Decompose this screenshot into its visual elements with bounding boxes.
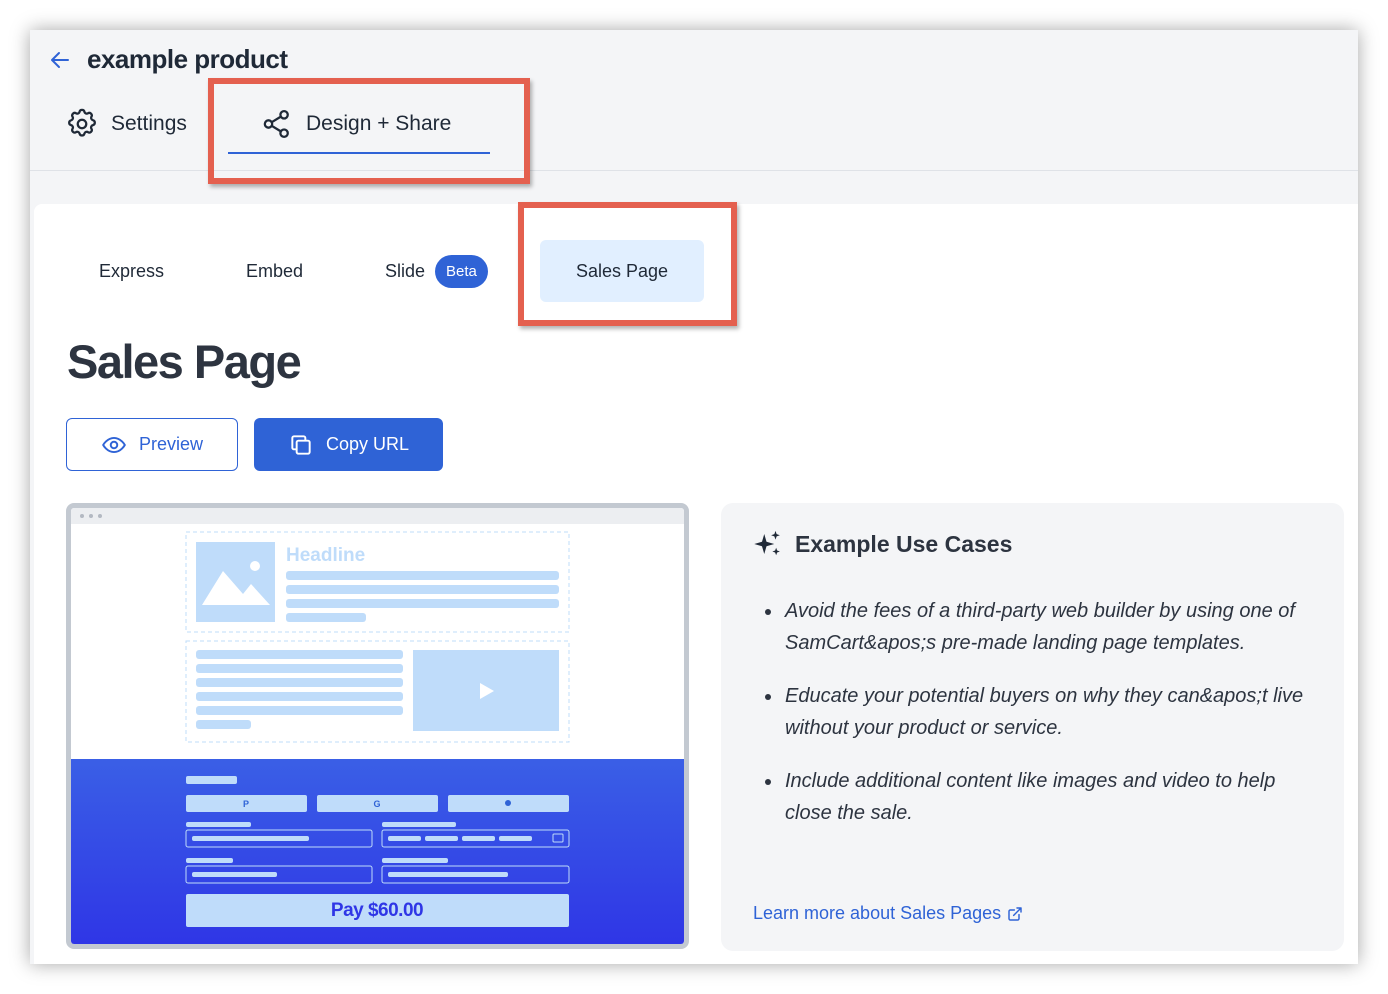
share-icon (263, 109, 289, 139)
mock-headline: Headline (286, 545, 365, 566)
app-window: example product Settings Design + Share … (30, 30, 1358, 964)
learn-more-label: Learn more about Sales Pages (753, 903, 1002, 923)
gear-icon (68, 108, 96, 137)
page-title: Sales Page (67, 335, 302, 388)
design-share-panel: Express Embed Slide Beta Sales Page Sale… (34, 204, 1358, 964)
list-item: Avoid the fees of a third-party web buil… (761, 595, 1321, 659)
external-link-icon (1008, 906, 1022, 921)
subtab-express-label: Express (99, 260, 165, 281)
svg-text:G: G (373, 799, 380, 809)
list-item: Include additional content like images a… (761, 765, 1321, 829)
learn-more-link[interactable]: Learn more about Sales Pages (753, 903, 1023, 924)
preview-button-label: Preview (138, 434, 204, 454)
mock-pay-label: Pay $60.00 (331, 900, 423, 921)
arrow-left-icon[interactable] (48, 48, 72, 72)
tab-settings[interactable]: Settings (65, 102, 187, 146)
tab-design-share-label: Design + Share (306, 112, 452, 135)
sales-page-preview-illustration: Headline P G Pay $60.00 (66, 503, 689, 949)
active-tab-indicator (228, 152, 490, 154)
beta-badge: Beta (435, 254, 488, 288)
copy-url-button-label: Copy URL (325, 434, 410, 454)
sparkles-icon (754, 530, 780, 556)
list-item: Educate your potential buyers on why the… (761, 680, 1321, 744)
use-cases-list: Avoid the fees of a third-party web buil… (761, 595, 1321, 850)
copy-icon (291, 434, 311, 455)
browser-bar (71, 508, 684, 524)
subtab-slide-label: Slide (385, 260, 426, 281)
eye-icon (102, 436, 126, 453)
subtab-slide[interactable]: Slide Beta (385, 240, 488, 302)
subtab-express[interactable]: Express (99, 240, 164, 302)
example-use-cases-panel: Example Use Cases Avoid the fees of a th… (721, 503, 1344, 951)
copy-url-button[interactable]: Copy URL (254, 418, 443, 471)
tab-settings-label: Settings (111, 112, 187, 135)
subtab-embed[interactable]: Embed (246, 240, 303, 302)
image-placeholder-icon (196, 542, 275, 622)
tab-design-share[interactable]: Design + Share (260, 102, 451, 146)
header-divider (30, 170, 1358, 171)
use-cases-title: Example Use Cases (753, 529, 1012, 559)
svg-text:P: P (243, 799, 249, 809)
preview-button[interactable]: Preview (66, 418, 238, 471)
use-cases-title-text: Example Use Cases (795, 530, 1013, 557)
subtab-sales-page-label: Sales Page (575, 260, 669, 281)
subtab-embed-label: Embed (246, 260, 304, 281)
product-title: example product (87, 44, 288, 74)
subtab-sales-page[interactable]: Sales Page (540, 240, 704, 302)
